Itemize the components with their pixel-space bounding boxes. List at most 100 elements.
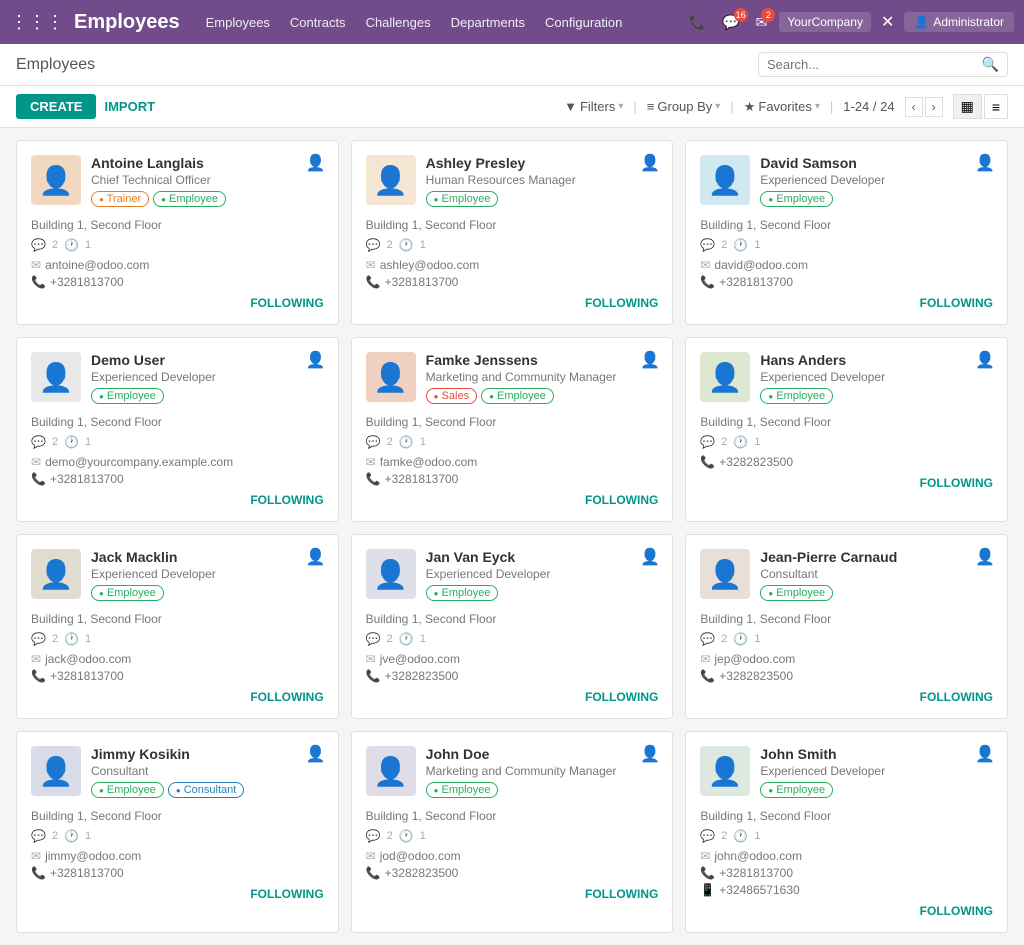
following-button[interactable]: FOLLOWING	[920, 296, 993, 310]
next-page-button[interactable]: ›	[925, 97, 943, 117]
employee-card-johnsmith[interactable]: 👤👤John SmithExperienced Developer● Emplo…	[685, 731, 1008, 933]
employee-card-jan[interactable]: 👤👤Jan Van EyckExperienced Developer● Emp…	[351, 534, 674, 719]
employee-name: Hans Anders	[760, 352, 993, 368]
activity-count: 1	[754, 239, 760, 251]
activity-icon: 🕐	[399, 435, 414, 449]
phone-icon: 📞	[700, 866, 715, 880]
employee-card-famke[interactable]: 👤👤Famke JenssensMarketing and Community …	[351, 337, 674, 522]
following-button[interactable]: FOLLOWING	[585, 887, 658, 901]
person-icon: 👤	[975, 547, 995, 567]
employee-card-demo[interactable]: 👤👤Demo UserExperienced Developer● Employ…	[16, 337, 339, 522]
activity-icon: 🕐	[64, 829, 79, 843]
employee-tags: ● Employee	[426, 191, 659, 207]
chat-meta: 💬 2 🕐 1	[366, 632, 659, 646]
search-icon: 🔍	[982, 56, 999, 73]
avatar: 👤	[366, 549, 416, 599]
pagination-controls: ‹ ›	[905, 97, 943, 117]
following-button[interactable]: FOLLOWING	[920, 904, 993, 918]
employee-title: Consultant	[760, 567, 993, 581]
employee-email: ✉ jack@odoo.com	[31, 652, 324, 666]
activity-icon: 🕐	[733, 238, 748, 252]
groupby-button[interactable]: ≡ Group By ▾	[647, 99, 721, 114]
following-button[interactable]: FOLLOWING	[585, 493, 658, 507]
employee-card-david[interactable]: 👤👤David SamsonExperienced Developer● Emp…	[685, 140, 1008, 325]
employee-name: John Doe	[426, 746, 659, 762]
close-button[interactable]: ✕	[879, 10, 896, 34]
employee-email: ✉ ashley@odoo.com	[366, 258, 659, 272]
employee-tags: ● Employee	[760, 782, 993, 798]
employee-title: Experienced Developer	[91, 567, 324, 581]
nav-contracts[interactable]: Contracts	[290, 13, 346, 32]
separator-2: |	[730, 99, 733, 114]
filters-button[interactable]: ▼ Filters ▾	[564, 99, 623, 114]
tag-employee: ● Employee	[760, 585, 833, 601]
prev-page-button[interactable]: ‹	[905, 97, 923, 117]
search-box[interactable]: 🔍	[758, 52, 1008, 77]
avatar: 👤	[366, 155, 416, 205]
tag-employee: ● Employee	[91, 585, 164, 601]
message-button[interactable]: ✉ 2	[752, 12, 772, 33]
email-icon: ✉	[31, 258, 41, 272]
avatar: 👤	[31, 352, 81, 402]
avatar: 👤	[31, 155, 81, 205]
following-button[interactable]: FOLLOWING	[585, 296, 658, 310]
employee-tags: ● Employee	[760, 585, 993, 601]
following-button[interactable]: FOLLOWING	[250, 296, 323, 310]
employee-phone: 📞 +3282823500	[366, 866, 659, 880]
card-title-area: David SamsonExperienced Developer● Emplo…	[760, 155, 993, 211]
grid-view-button[interactable]: ▦	[953, 94, 982, 119]
person-icon: 👤	[640, 350, 660, 370]
chat-count: 2	[387, 633, 393, 645]
employee-card-johndoe[interactable]: 👤👤John DoeMarketing and Community Manage…	[351, 731, 674, 933]
nav-configuration[interactable]: Configuration	[545, 13, 622, 32]
employee-title: Marketing and Community Manager	[426, 370, 659, 384]
chat-icon: 💬	[700, 829, 715, 843]
search-input[interactable]	[767, 57, 982, 72]
user-menu[interactable]: 👤 Administrator	[904, 12, 1014, 32]
import-button[interactable]: IMPORT	[104, 99, 155, 114]
employee-title: Marketing and Community Manager	[426, 764, 659, 778]
following-button[interactable]: FOLLOWING	[585, 690, 658, 704]
chat-icon: 💬	[366, 435, 381, 449]
nav-employees[interactable]: Employees	[206, 13, 270, 32]
chat-meta: 💬 2 🕐 1	[366, 435, 659, 449]
employee-card-jack[interactable]: 👤👤Jack MacklinExperienced Developer● Emp…	[16, 534, 339, 719]
tag-employee: ● Employee	[91, 782, 164, 798]
card-title-area: Jean-Pierre CarnaudConsultant● Employee	[760, 549, 993, 605]
activity-icon: 🕐	[399, 829, 414, 843]
employee-card-jpcarnaud[interactable]: 👤👤Jean-Pierre CarnaudConsultant● Employe…	[685, 534, 1008, 719]
person-icon: 👤	[306, 350, 326, 370]
right-nav-icons: 📞 💬 16 ✉ 2 YourCompany ✕ 👤 Administrator	[685, 10, 1014, 34]
chat-meta: 💬 2 🕐 1	[31, 829, 324, 843]
chat-icon: 💬	[366, 829, 381, 843]
employee-card-antoine[interactable]: 👤👤Antoine LanglaisChief Technical Office…	[16, 140, 339, 325]
chat-button[interactable]: 💬 16	[718, 12, 743, 33]
list-view-button[interactable]: ≡	[984, 94, 1008, 119]
activity-icon: 🕐	[733, 829, 748, 843]
tag-employee: ● Employee	[153, 191, 226, 207]
following-button[interactable]: FOLLOWING	[250, 493, 323, 507]
following-button[interactable]: FOLLOWING	[920, 476, 993, 490]
following-button[interactable]: FOLLOWING	[250, 887, 323, 901]
activity-count: 1	[85, 633, 91, 645]
phone-button[interactable]: 📞	[685, 12, 710, 33]
favorites-button[interactable]: ★ Favorites ▾	[744, 99, 820, 115]
chat-count: 2	[387, 830, 393, 842]
employee-card-jimmy[interactable]: 👤👤Jimmy KosikinConsultant● Employee● Con…	[16, 731, 339, 933]
avatar: 👤	[700, 155, 750, 205]
employee-card-hans[interactable]: 👤👤Hans AndersExperienced Developer● Empl…	[685, 337, 1008, 522]
app-grid-icon[interactable]: ⋮⋮⋮	[10, 12, 64, 33]
company-selector[interactable]: YourCompany	[779, 12, 871, 32]
following-button[interactable]: FOLLOWING	[920, 690, 993, 704]
chat-meta: 💬 2 🕐 1	[31, 435, 324, 449]
card-title-area: John SmithExperienced Developer● Employe…	[760, 746, 993, 802]
employee-tags: ● Employee	[426, 782, 659, 798]
create-button[interactable]: CREATE	[16, 94, 96, 119]
following-button[interactable]: FOLLOWING	[250, 690, 323, 704]
nav-departments[interactable]: Departments	[451, 13, 525, 32]
employee-card-ashley[interactable]: 👤👤Ashley PresleyHuman Resources Manager●…	[351, 140, 674, 325]
star-icon: ★	[744, 99, 756, 115]
nav-challenges[interactable]: Challenges	[366, 13, 431, 32]
tag-employee: ● Employee	[426, 585, 499, 601]
employee-title: Human Resources Manager	[426, 173, 659, 187]
